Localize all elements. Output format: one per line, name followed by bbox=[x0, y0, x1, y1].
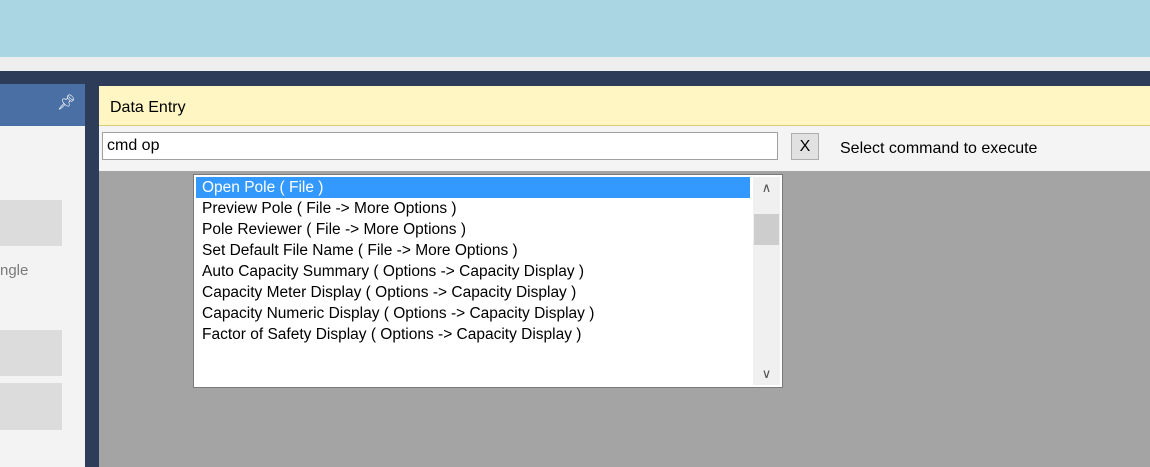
suggestion-item[interactable]: Capacity Meter Display ( Options -> Capa… bbox=[196, 282, 750, 303]
chevron-up-icon[interactable]: ∧ bbox=[753, 177, 780, 199]
chevron-down-icon[interactable]: ∨ bbox=[753, 363, 780, 385]
data-entry-header: Data Entry bbox=[99, 86, 1150, 126]
suggestion-item[interactable]: Auto Capacity Summary ( Options -> Capac… bbox=[196, 261, 750, 282]
toolbar-strip bbox=[0, 57, 1150, 71]
command-suggestion-list[interactable]: Open Pole ( File ) Preview Pole ( File ->… bbox=[193, 174, 783, 388]
data-entry-title: Data Entry bbox=[110, 99, 186, 116]
suggestion-item[interactable]: Factor of Safety Display ( Options -> Ca… bbox=[196, 324, 750, 345]
left-panel-button[interactable] bbox=[0, 200, 62, 246]
suggestion-item[interactable]: Open Pole ( File ) bbox=[196, 177, 750, 198]
pin-icon[interactable]: 📌︎ bbox=[57, 94, 76, 112]
suggestion-item[interactable]: Pole Reviewer ( File -> More Options ) bbox=[196, 219, 750, 240]
left-panel-label: ngle bbox=[0, 262, 29, 279]
left-panel-button[interactable] bbox=[0, 383, 62, 430]
left-panel-button[interactable] bbox=[0, 330, 62, 376]
clear-button[interactable]: X bbox=[791, 133, 819, 160]
suggestion-items: Open Pole ( File ) Preview Pole ( File ->… bbox=[196, 177, 750, 345]
left-panel-header: 📌︎ bbox=[0, 84, 85, 126]
suggestion-item[interactable]: Set Default File Name ( File -> More Opt… bbox=[196, 240, 750, 261]
scrollbar-thumb[interactable] bbox=[754, 214, 779, 245]
suggestion-scrollbar[interactable]: ∧ ∨ bbox=[753, 177, 780, 385]
left-panel: 📌︎ ngle bbox=[0, 84, 85, 467]
status-text: Select command to execute bbox=[840, 140, 1038, 157]
suggestion-item[interactable]: Capacity Numeric Display ( Options -> Ca… bbox=[196, 303, 750, 324]
command-input[interactable] bbox=[102, 132, 778, 160]
top-banner bbox=[0, 0, 1150, 57]
suggestion-item[interactable]: Preview Pole ( File -> More Options ) bbox=[196, 198, 750, 219]
command-entry-row: X Select command to execute bbox=[99, 126, 1150, 171]
